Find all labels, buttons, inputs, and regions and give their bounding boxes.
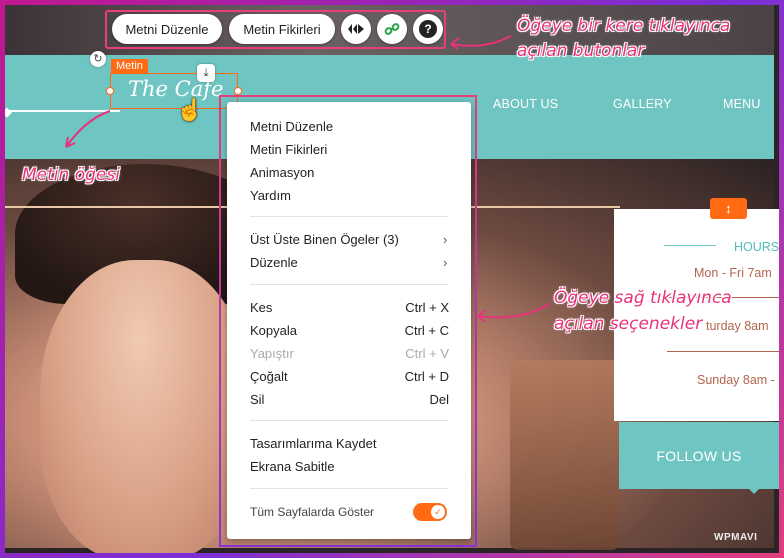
- hand-cursor-icon: ☝: [176, 97, 204, 122]
- hero-photo-cups: [510, 360, 620, 550]
- annotation-arrow-icon: [65, 110, 111, 148]
- link-icon: [384, 23, 400, 35]
- menu-item-help[interactable]: Yardım: [250, 188, 291, 203]
- hours-line: Sunday 8am -: [697, 373, 775, 387]
- up-down-icon[interactable]: ↕: [710, 198, 747, 219]
- hours-title-line: [664, 245, 716, 246]
- hours-title: HOURS: [734, 240, 780, 254]
- menu-item-paste: Yapıştır: [250, 346, 294, 361]
- annotation-menu-line2: açılan seçenekler: [554, 314, 703, 334]
- text-ideas-button[interactable]: Metin Fikirleri: [229, 14, 335, 44]
- menu-separator: [250, 284, 448, 285]
- menu-item-overlapping[interactable]: Üst Üste Binen Ögeler (3): [250, 232, 399, 247]
- element-type-tag: Metin: [111, 59, 148, 74]
- check-icon: ✓: [431, 505, 445, 519]
- hours-divider: [667, 351, 779, 352]
- edit-text-button[interactable]: Metni Düzenle: [112, 14, 222, 44]
- hours-line: Mon - Fri 7am: [694, 266, 772, 280]
- edit-text-label: Metni Düzenle: [125, 21, 209, 37]
- nav-item-menu[interactable]: MENU: [723, 97, 761, 111]
- menu-item-text-ideas[interactable]: Metin Fikirleri: [250, 142, 327, 157]
- show-on-all-pages-label: Tüm Sayfalarda Göster: [250, 505, 375, 519]
- menu-item-save-to-designs[interactable]: Tasarımlarıma Kaydet: [250, 436, 376, 451]
- annotation-element: Metin öğesi: [22, 165, 120, 185]
- menu-item-cut[interactable]: Kes: [250, 300, 272, 315]
- chevron-right-icon: ›: [443, 232, 448, 247]
- shortcut-cut: Ctrl + X: [405, 300, 449, 315]
- annotation-toolbar-line2: açılan butonlar: [517, 41, 645, 61]
- shortcut-delete: Del: [429, 392, 449, 407]
- help-button[interactable]: ?: [413, 14, 443, 44]
- animation-button[interactable]: [341, 14, 371, 44]
- menu-separator: [250, 420, 448, 421]
- menu-item-copy[interactable]: Kopyala: [250, 323, 297, 338]
- annotation-toolbar-line1: Öğeye bir kere tıklayınca: [517, 16, 731, 36]
- shortcut-duplicate: Ctrl + D: [404, 369, 449, 384]
- menu-item-delete[interactable]: Sil: [250, 392, 264, 407]
- annotation-menu-line1: Öğeye sağ tıklayınca: [554, 288, 732, 308]
- menu-separator: [250, 488, 448, 489]
- download-icon[interactable]: ⤓: [197, 64, 215, 82]
- menu-item-pin-to-screen[interactable]: Ekrana Sabitle: [250, 459, 335, 474]
- annotation-arrow-icon: [477, 303, 551, 323]
- menu-item-duplicate[interactable]: Çoğalt: [250, 369, 288, 384]
- chevron-right-icon: ›: [443, 255, 448, 270]
- menu-item-animation[interactable]: Animasyon: [250, 165, 314, 180]
- animation-icon: [348, 24, 364, 34]
- follow-notch: [748, 488, 760, 494]
- menu-item-edit-text[interactable]: Metni Düzenle: [250, 119, 333, 134]
- editor-canvas: ◆ ABOUT US GALLERY MENU HOURS Mon - Fri …: [5, 5, 780, 553]
- menu-item-arrange[interactable]: Düzenle: [250, 255, 298, 270]
- follow-us-label: FOLLOW US: [656, 447, 742, 464]
- rotate-icon[interactable]: ↻: [90, 51, 106, 67]
- menu-separator: [250, 216, 448, 217]
- shortcut-copy: Ctrl + C: [404, 323, 449, 338]
- show-on-all-pages-toggle[interactable]: ✓: [413, 503, 447, 521]
- nav-item-gallery[interactable]: GALLERY: [613, 97, 672, 111]
- watermark-logo: WPMAVI: [714, 532, 758, 543]
- resize-handle-right[interactable]: [234, 87, 242, 95]
- link-button[interactable]: [377, 14, 407, 44]
- annotation-arrow-icon: [450, 35, 512, 50]
- hours-line: turday 8am: [706, 319, 769, 333]
- follow-us-button[interactable]: FOLLOW US: [619, 422, 779, 489]
- shortcut-paste: Ctrl + V: [405, 346, 449, 361]
- help-icon: ?: [419, 20, 437, 38]
- nav-item-about[interactable]: ABOUT US: [493, 97, 558, 111]
- text-ideas-label: Metin Fikirleri: [243, 21, 321, 37]
- resize-handle-left[interactable]: [106, 87, 114, 95]
